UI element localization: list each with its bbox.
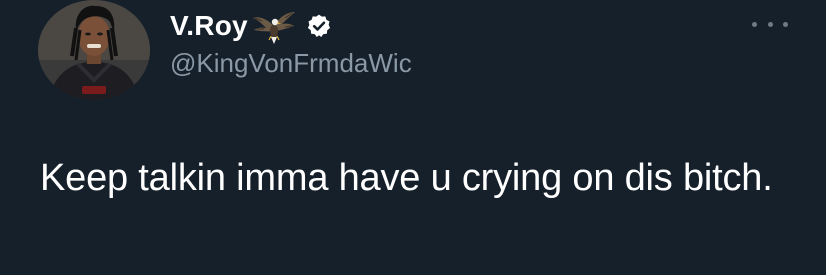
author-name-row[interactable]: V.Roy bbox=[170, 6, 332, 46]
more-options-icon[interactable] bbox=[752, 12, 788, 36]
author-handle[interactable]: @KingVonFrmdaWic bbox=[170, 48, 412, 79]
more-dot bbox=[767, 21, 773, 27]
more-dot bbox=[783, 21, 788, 27]
display-name[interactable]: V.Roy bbox=[170, 10, 248, 42]
verified-badge-icon bbox=[306, 13, 332, 39]
avatar[interactable] bbox=[38, 0, 150, 100]
tweet-text: Keep talkin imma have u crying on dis bi… bbox=[40, 157, 773, 199]
more-dot bbox=[752, 21, 757, 27]
tweet-card: V.Roy @KingVonFrmdaWic Keep talkin imma … bbox=[0, 0, 826, 275]
eagle-icon bbox=[252, 6, 296, 46]
